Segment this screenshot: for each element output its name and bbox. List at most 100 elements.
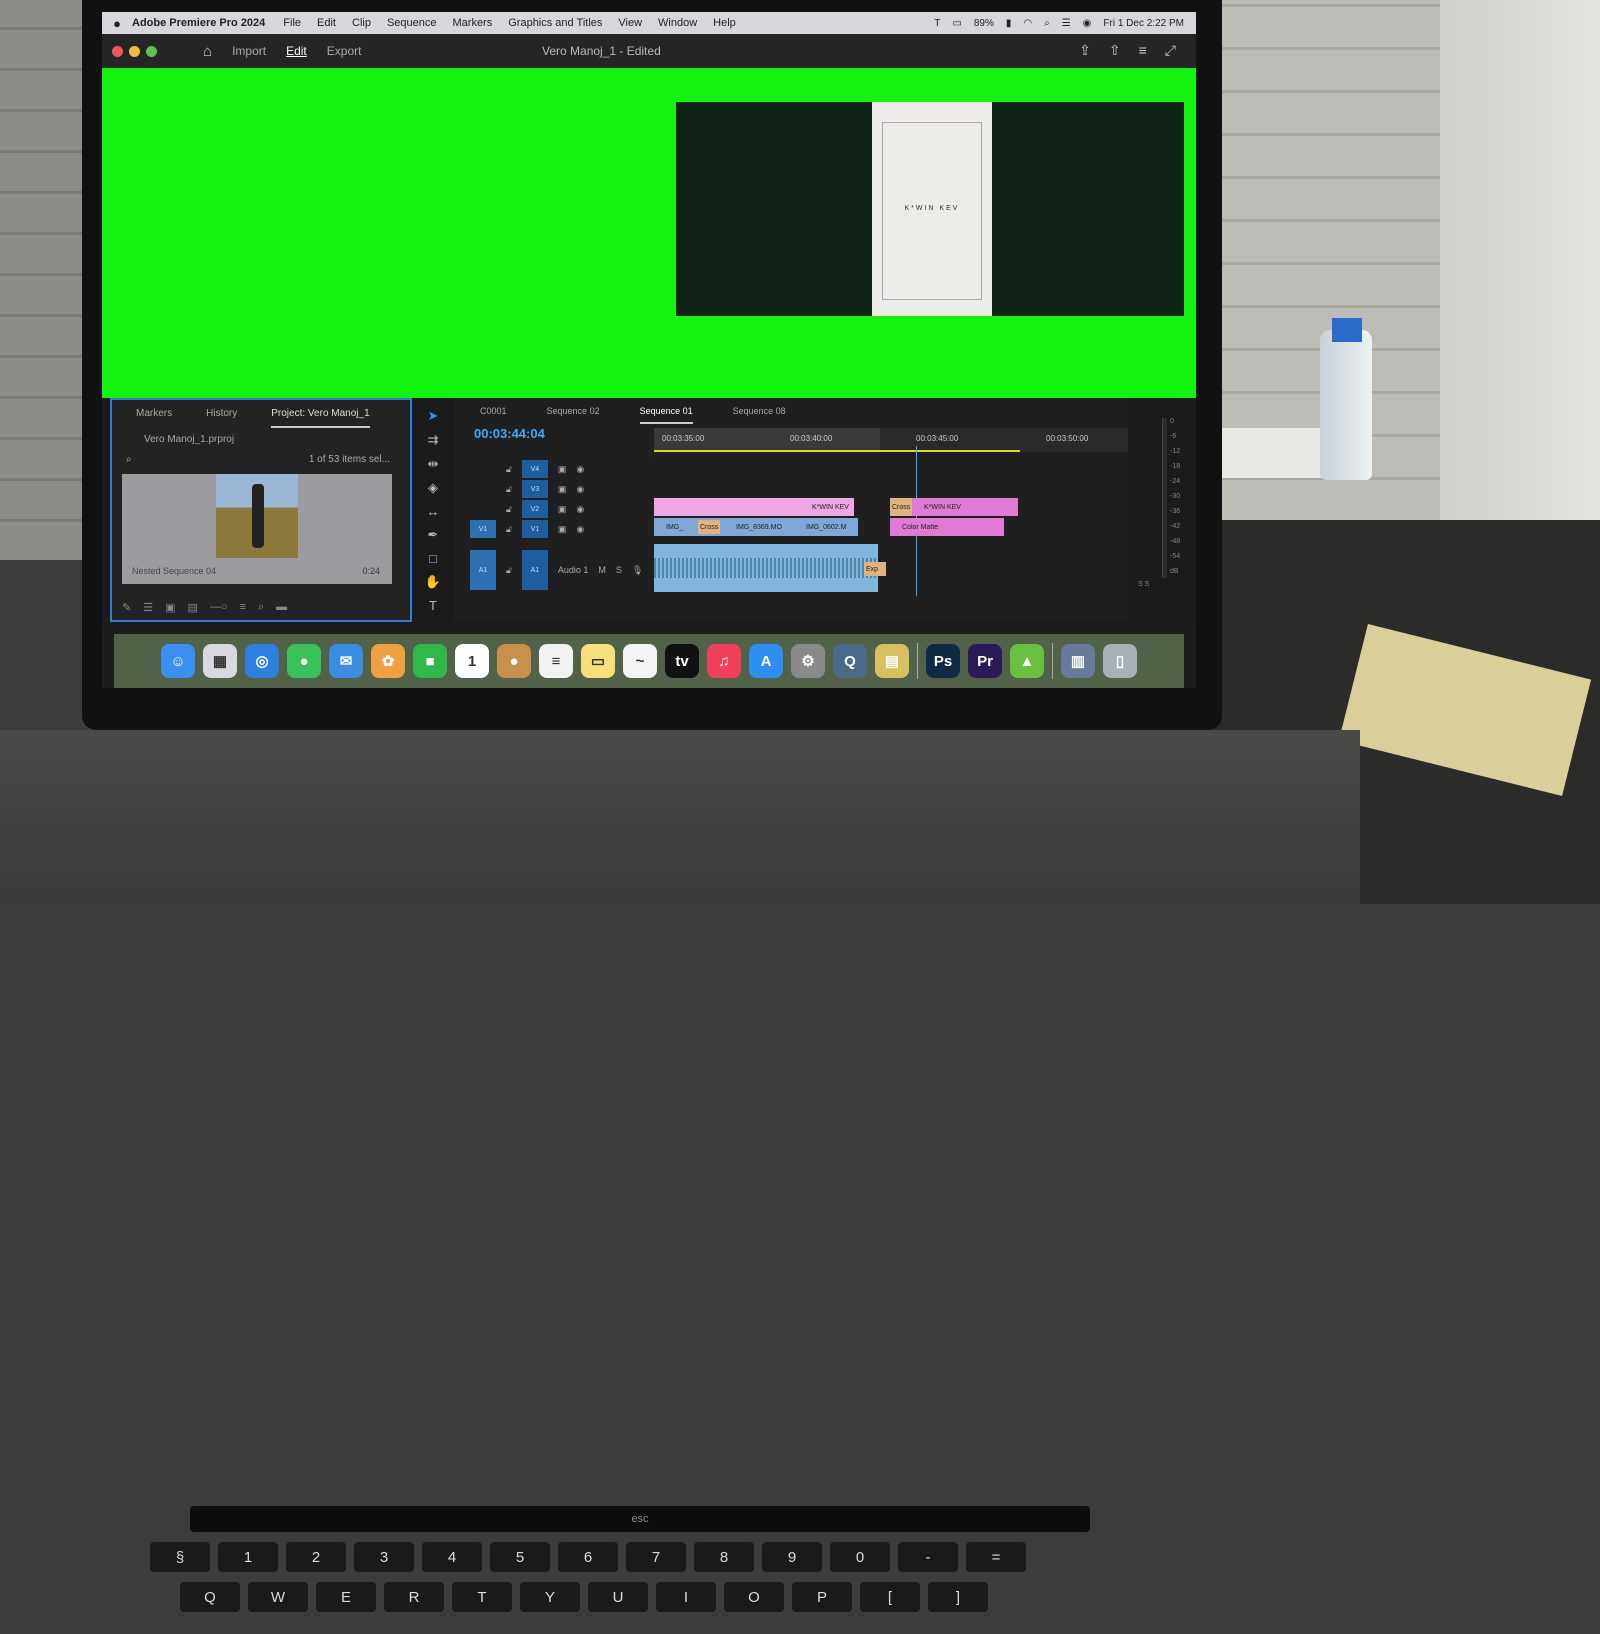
key[interactable]: T: [452, 1582, 512, 1612]
clip-v2-kwin-kev[interactable]: K*WIN KEV: [654, 498, 854, 516]
key[interactable]: 2: [286, 1542, 346, 1572]
key[interactable]: [: [860, 1582, 920, 1612]
finder-icon[interactable]: ☺: [161, 644, 195, 678]
key[interactable]: =: [966, 1542, 1026, 1572]
clip-a1-audio[interactable]: [654, 544, 878, 592]
siri-icon[interactable]: ◉: [1083, 18, 1092, 29]
mute-button[interactable]: M: [598, 565, 606, 575]
eye-icon[interactable]: ◉: [576, 464, 584, 475]
hand-tool-icon[interactable]: ✋: [425, 574, 441, 590]
timeline-timecode[interactable]: 00:03:44:04: [474, 426, 545, 441]
track-label-v3[interactable]: V3: [521, 480, 548, 498]
mic-icon[interactable]: 🎙︎: [632, 565, 643, 576]
tab-sequence-02[interactable]: Sequence 02: [547, 406, 600, 424]
reminders-icon[interactable]: ≡: [539, 644, 573, 678]
music-icon[interactable]: ♫: [707, 644, 741, 678]
touch-bar[interactable]: esc: [190, 1506, 1090, 1532]
track-select-tool-icon[interactable]: ⇉: [428, 432, 439, 448]
messages-icon[interactable]: ●: [287, 644, 321, 678]
freeform-view-icon[interactable]: ▤: [188, 601, 198, 614]
transition-cross-v1[interactable]: Cross: [698, 520, 720, 534]
key[interactable]: 6: [558, 1542, 618, 1572]
key[interactable]: R: [384, 1582, 444, 1612]
rectangle-tool-icon[interactable]: □: [429, 551, 437, 566]
eye-icon[interactable]: ◉: [576, 524, 584, 535]
tab-project[interactable]: Project: Vero Manoj_1: [271, 408, 370, 428]
zoom-window-button[interactable]: [146, 45, 157, 57]
key[interactable]: E: [316, 1582, 376, 1612]
photoshop-icon[interactable]: Ps: [926, 644, 960, 678]
menu-view[interactable]: View: [618, 17, 642, 29]
preview-icon[interactable]: ▤: [875, 644, 909, 678]
minimize-window-button[interactable]: [129, 45, 140, 57]
track-label-v4[interactable]: V4: [521, 460, 548, 478]
list-view-icon[interactable]: ☰: [143, 601, 153, 614]
lock-icon[interactable]: 🔓︎: [506, 504, 512, 515]
key[interactable]: 3: [354, 1542, 414, 1572]
tab-sequence-01[interactable]: Sequence 01: [639, 406, 693, 424]
search-icon[interactable]: ⌕: [1044, 18, 1050, 29]
control-center-icon[interactable]: ☰: [1062, 18, 1071, 29]
launchpad-icon[interactable]: ▦: [203, 644, 237, 678]
mail-icon[interactable]: ✉: [329, 644, 363, 678]
pen-tool-icon[interactable]: ✒: [428, 527, 439, 543]
source-patch-a1[interactable]: A1: [470, 550, 496, 590]
key[interactable]: U: [588, 1582, 648, 1612]
close-window-button[interactable]: [112, 45, 123, 57]
tab-markers[interactable]: Markers: [136, 408, 172, 428]
solo-indicators[interactable]: S S: [1138, 581, 1149, 588]
appstore-icon[interactable]: A: [749, 644, 783, 678]
track-label-v2[interactable]: V2: [521, 500, 548, 518]
key[interactable]: 8: [694, 1542, 754, 1572]
clip-v1-color-matte[interactable]: Color Matte: [890, 518, 1004, 536]
key[interactable]: O: [724, 1582, 784, 1612]
app-name-menu[interactable]: Adobe Premiere Pro 2024: [132, 17, 265, 29]
premiere-icon[interactable]: Pr: [968, 644, 1002, 678]
android-icon[interactable]: ▲: [1010, 644, 1044, 678]
safari-icon[interactable]: ◎: [245, 644, 279, 678]
notes-icon[interactable]: ▭: [581, 644, 615, 678]
key[interactable]: -: [898, 1542, 958, 1572]
fullscreen-icon[interactable]: ⤢: [1165, 42, 1176, 59]
menu-graphics-titles[interactable]: Graphics and Titles: [508, 17, 602, 29]
project-item-tile[interactable]: Nested Sequence 04 0:24: [122, 474, 392, 584]
slip-tool-icon[interactable]: ↔: [427, 504, 440, 519]
sort-icon[interactable]: ≡: [240, 601, 246, 614]
appletv-icon[interactable]: tv: [665, 644, 699, 678]
menu-window[interactable]: Window: [658, 17, 697, 29]
lock-icon[interactable]: 🔓︎: [506, 524, 512, 535]
downloads-icon[interactable]: ▥: [1061, 644, 1095, 678]
time-ruler[interactable]: 00:03:35:00 00:03:40:00 00:03:45:00 00:0…: [654, 428, 1128, 452]
key[interactable]: 0: [830, 1542, 890, 1572]
razor-tool-icon[interactable]: ◈: [428, 480, 438, 496]
menu-file[interactable]: File: [283, 17, 301, 29]
key[interactable]: 4: [422, 1542, 482, 1572]
solo-button[interactable]: S: [616, 565, 622, 575]
facetime-icon[interactable]: ■: [413, 644, 447, 678]
key[interactable]: I: [656, 1582, 716, 1612]
find-icon[interactable]: ⌕: [258, 601, 264, 614]
settings-icon[interactable]: ⚙: [791, 644, 825, 678]
transition-cross[interactable]: Cross: [890, 498, 912, 516]
home-icon[interactable]: ⌂: [203, 43, 212, 60]
selection-tool-icon[interactable]: ➤: [428, 408, 439, 424]
new-bin-icon[interactable]: ▬: [276, 601, 287, 614]
battery-icon[interactable]: ▮: [1006, 18, 1012, 29]
workspaces-menu-icon[interactable]: ≡: [1139, 42, 1147, 59]
type-tool-icon[interactable]: T: [429, 598, 437, 613]
film-icon[interactable]: ▣: [558, 524, 567, 535]
share-icon[interactable]: ⇧: [1109, 42, 1121, 59]
menu-clip[interactable]: Clip: [352, 17, 371, 29]
clip-v1-img-0602[interactable]: IMG_0602.M: [794, 518, 858, 536]
photos-icon[interactable]: ✿: [371, 644, 405, 678]
calendar-icon[interactable]: 1: [455, 644, 489, 678]
edit-tab[interactable]: Edit: [286, 44, 307, 58]
menu-help[interactable]: Help: [713, 17, 736, 29]
key[interactable]: 1: [218, 1542, 278, 1572]
eye-icon[interactable]: ◉: [576, 504, 584, 515]
wifi-icon[interactable]: ◠: [1023, 18, 1032, 29]
source-patch-v1[interactable]: V1: [470, 520, 496, 538]
screen-mirror-icon[interactable]: ▭: [952, 18, 961, 29]
track-label-v1[interactable]: V1: [521, 520, 548, 538]
menu-edit[interactable]: Edit: [317, 17, 336, 29]
